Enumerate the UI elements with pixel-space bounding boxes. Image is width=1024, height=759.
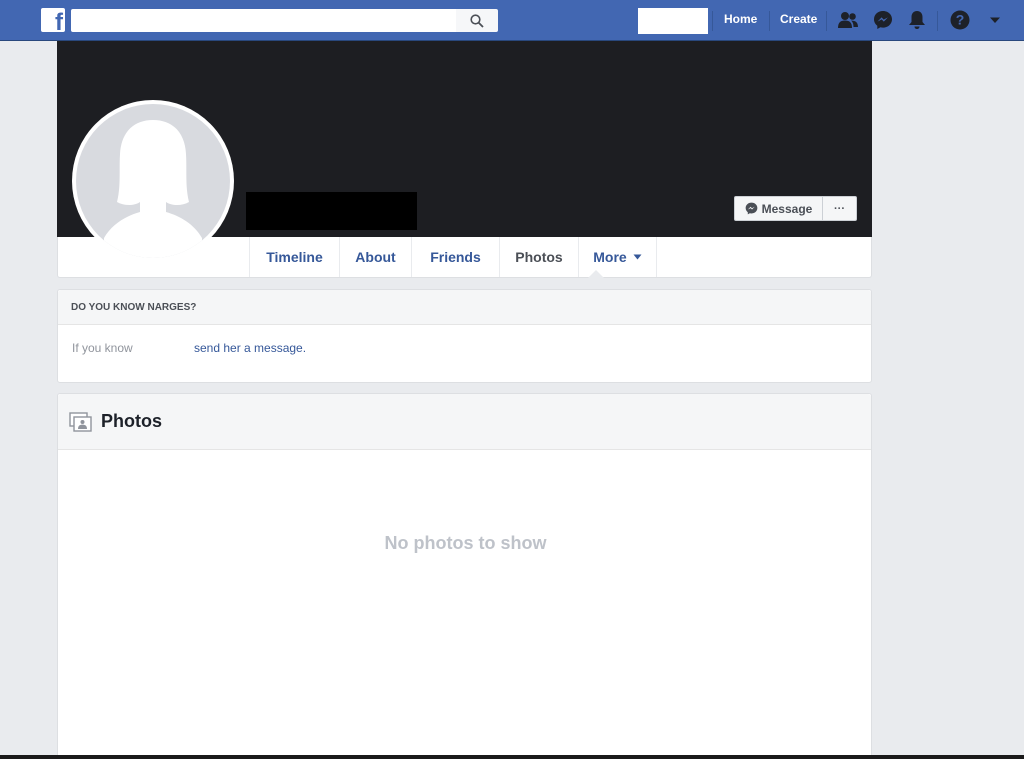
nav-divider xyxy=(712,11,713,31)
create-link[interactable]: Create xyxy=(780,12,817,26)
svg-text:?: ? xyxy=(956,12,965,28)
tab-about[interactable]: About xyxy=(339,237,411,277)
message-button[interactable]: Message xyxy=(734,196,823,221)
messenger-icon xyxy=(874,11,892,29)
nav-divider xyxy=(826,11,827,31)
search-input[interactable] xyxy=(71,9,456,32)
tab-photos[interactable]: Photos xyxy=(499,237,578,277)
tab-friends[interactable]: Friends xyxy=(411,237,499,277)
tab-timeline[interactable]: Timeline xyxy=(249,237,339,277)
photos-header: Photos xyxy=(58,394,871,450)
tab-label: About xyxy=(355,249,396,265)
photos-icon xyxy=(69,411,92,432)
photos-card: Photos No photos to show xyxy=(57,393,872,759)
empty-photos-message: No photos to show xyxy=(384,533,547,553)
chevron-down-icon xyxy=(633,254,642,260)
account-menu-icon xyxy=(990,17,1000,23)
facebook-logo-icon[interactable]: f xyxy=(41,8,65,32)
notifications-button[interactable] xyxy=(906,9,928,31)
profile-picture[interactable] xyxy=(72,100,234,262)
nav-divider xyxy=(937,11,938,31)
message-button-label: Message xyxy=(761,201,813,216)
more-options-button[interactable]: ··· xyxy=(822,196,857,221)
tab-label: Friends xyxy=(430,249,481,265)
do-you-know-heading: DO YOU KNOW NARGES? xyxy=(58,290,871,325)
do-you-know-text: If you know xyxy=(72,341,133,355)
account-menu-button[interactable] xyxy=(984,9,1006,31)
messenger-icon xyxy=(745,202,757,215)
send-message-link[interactable]: send her a message. xyxy=(194,341,306,355)
more-dots-icon: ··· xyxy=(834,202,845,215)
search-button[interactable] xyxy=(456,9,498,32)
friend-requests-icon xyxy=(838,12,858,28)
top-navigation-bar: f Home Create ? xyxy=(0,0,1024,41)
default-avatar-icon xyxy=(76,104,230,258)
help-button[interactable]: ? xyxy=(949,9,971,31)
do-you-know-body: If you know send her a message. xyxy=(58,325,871,355)
profile-shortcut[interactable] xyxy=(638,8,708,34)
messenger-button[interactable] xyxy=(872,9,894,31)
help-icon: ? xyxy=(950,10,970,30)
search-icon xyxy=(470,13,484,28)
home-link[interactable]: Home xyxy=(724,12,757,26)
nav-divider xyxy=(769,11,770,31)
photos-title[interactable]: Photos xyxy=(101,411,162,432)
tab-label: More xyxy=(593,249,627,265)
friend-requests-button[interactable] xyxy=(837,9,859,31)
tab-label: Timeline xyxy=(266,249,323,265)
taskbar-strip xyxy=(0,755,1024,759)
do-you-know-card: DO YOU KNOW NARGES? If you know send her… xyxy=(57,289,872,383)
profile-name-redacted xyxy=(246,192,417,230)
notifications-icon xyxy=(909,11,925,29)
active-tab-indicator xyxy=(588,270,604,278)
tab-label: Photos xyxy=(515,249,563,265)
